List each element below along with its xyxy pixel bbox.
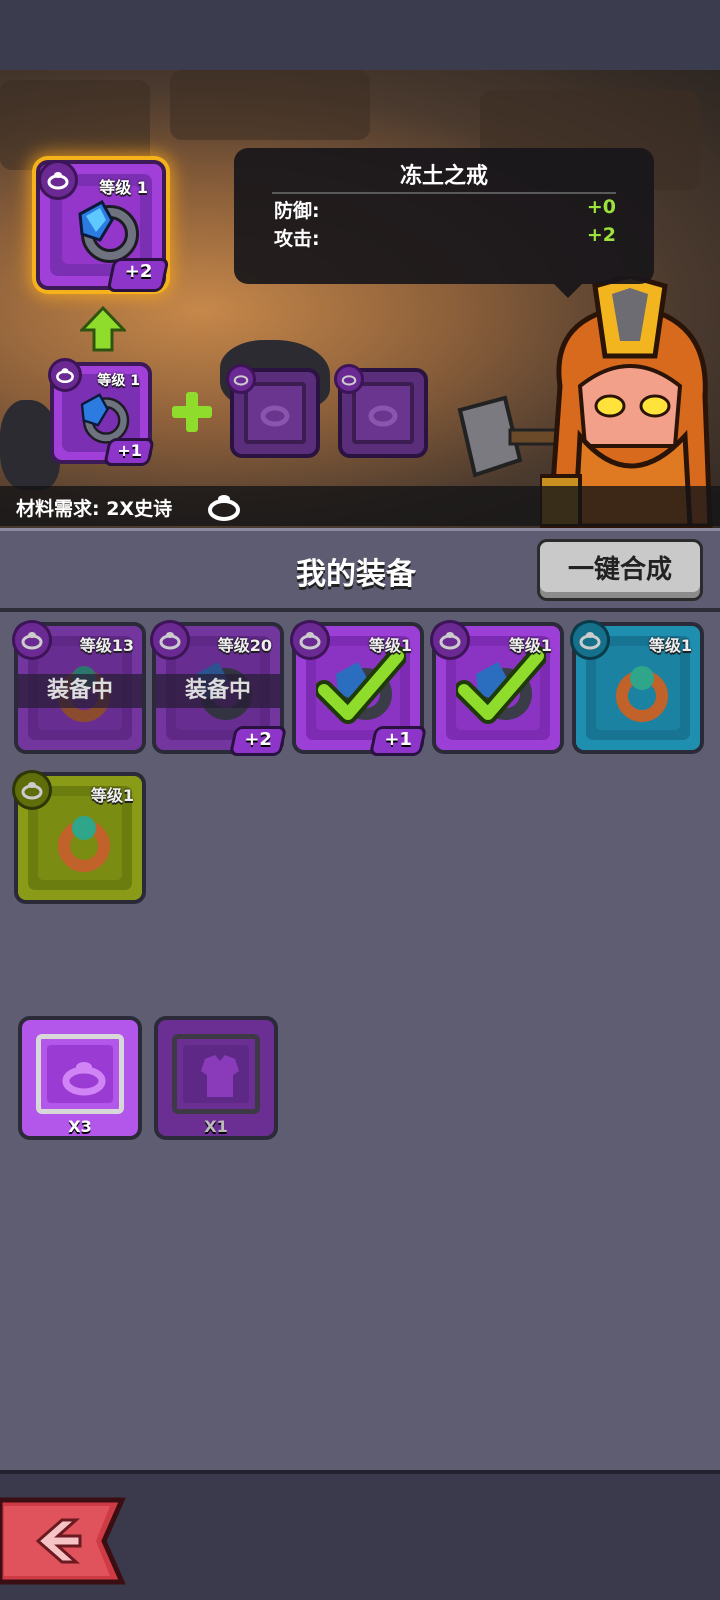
material-item[interactable]: X1 [154,1016,278,1140]
level-label: 等级1 [648,636,692,655]
ring-type-icon [570,620,610,660]
ring-type-icon [12,620,52,660]
equipment-header: 我的装备 一键合成 [0,528,720,608]
equipment-item[interactable]: 装备中 等级13 [12,620,146,754]
upgrade-arrow-icon [80,306,126,352]
material-slot[interactable] [334,364,428,458]
level-label: 等级 1 [99,178,148,197]
source-ring-card[interactable]: 等级 1 +1 [48,358,155,466]
plus-badge: +1 [103,438,155,466]
stat-label: 攻击: [274,228,320,250]
material-slot[interactable] [226,364,320,458]
checkmark-icon [316,646,406,724]
material-requirement-text: 材料需求: 2X史诗 [16,498,173,520]
stat-value: +2 [586,224,616,246]
stat-row-defense: 防御: +0 [274,196,616,222]
plus-badge: +1 [368,726,428,756]
equipment-item[interactable]: 装备中 等级20 +2 [150,620,288,756]
ring-type-icon [226,364,256,394]
auto-merge-button[interactable]: 一键合成 [537,539,703,601]
equipment-item[interactable]: 等级1 [12,770,146,904]
tooltip-tail [554,284,582,298]
ring-type-icon [150,620,190,660]
stone-wall [170,70,370,140]
plus-value: +1 [384,729,413,750]
level-label: 等级1 [508,636,552,655]
equipment-item[interactable]: 等级1 [570,620,704,754]
ring-type-icon [334,364,364,394]
plus-badge: +2 [228,726,288,756]
ring-type-icon [38,160,78,200]
stat-row-attack: 攻击: +2 [274,224,616,250]
screen: 等级 1 +2 等级 1 +1 冻土之戒 防御: +0 攻击: +2 材料需求:… [0,0,720,1600]
ring-icon [78,199,139,263]
level-label: 等级1 [90,786,134,805]
ring-icon [208,495,240,521]
item-tooltip: 冻土之戒 防御: +0 攻击: +2 [234,148,654,298]
status-area [0,0,720,70]
level-label: 等级20 [217,636,272,655]
plus-value: +2 [124,261,153,282]
equipment-item[interactable]: 等级1 +1 [290,620,428,756]
plus-value: +2 [244,729,273,750]
material-core [183,1045,249,1103]
ring-type-icon [430,620,470,660]
stone-wall [0,80,150,170]
material-count: X3 [68,1117,92,1136]
level-label: 等级1 [368,636,412,655]
level-label: 等级13 [79,636,134,655]
material-count: X1 [204,1117,228,1136]
back-button[interactable] [0,1496,128,1586]
material-frame [36,1034,124,1114]
bottom-bar [0,1470,720,1600]
equipment-grid: 装备中 等级13 装备中 等级20 +2 等级1 +1 等级1 等级1 等级1 … [0,608,720,1470]
ring-icon [260,405,290,427]
material-core [47,1045,113,1103]
material-item[interactable]: X3 [18,1016,142,1140]
stat-label: 防御: [274,200,320,222]
tooltip-title: 冻土之戒 [399,164,488,189]
ring-icon [62,1062,106,1096]
ring-type-icon [290,620,330,660]
material-frame [172,1034,260,1114]
armor-icon [201,1055,239,1097]
equipped-label: 装备中 [156,674,280,708]
equipped-label: 装备中 [18,674,142,708]
material-requirement-bar: 材料需求: 2X史诗 [0,486,720,526]
ring-type-icon [48,358,82,392]
ring-icon [616,666,668,722]
ring-icon [58,816,110,872]
divider [272,192,616,194]
target-ring-card[interactable]: 等级 1 +2 [36,160,170,292]
equipment-item[interactable]: 等级1 [430,620,564,754]
plus-icon [172,392,212,432]
plus-badge: +2 [106,258,170,292]
level-label: 等级 1 [97,373,140,389]
plus-value: +1 [117,441,142,460]
stat-value: +0 [586,196,616,218]
forge-scene: 等级 1 +2 等级 1 +1 [0,70,720,528]
ring-type-icon [12,770,52,810]
checkmark-icon [456,646,546,724]
ring-icon [368,405,398,427]
